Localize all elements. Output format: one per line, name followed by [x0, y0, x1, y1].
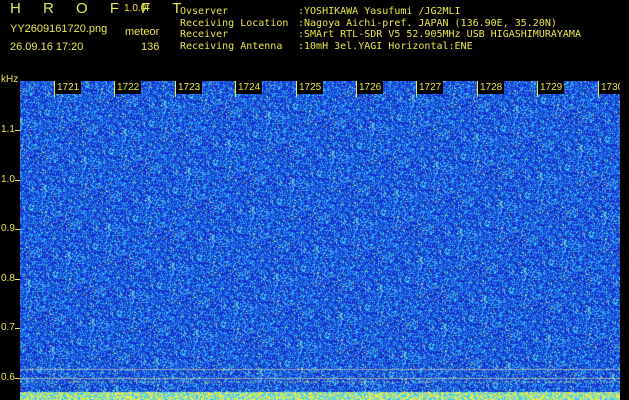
info-label: Ovserver: [180, 6, 229, 17]
detection-count: 136: [141, 41, 160, 53]
spectrogram: 1721 1722 1723 1724 1725 1726 1727 1728 1729 1730: [20, 81, 620, 400]
x-tick-label: 1721: [55, 81, 82, 94]
frequency-axis: 1.1 1.0 0.9 0.8 0.7 0.6: [0, 82, 20, 400]
right-border: [620, 81, 629, 400]
x-tick-label: 1724: [236, 81, 263, 94]
header: H R O F F T 1.0.0f YY2609161720.png mete…: [0, 0, 629, 78]
x-tick-label: 1723: [176, 81, 203, 94]
x-tick-label: 1725: [297, 81, 324, 94]
info-row-receiver: Receiver :SMArt RTL-SDR V5 52.905MHz USB…: [180, 29, 581, 41]
info-value: :SMArt RTL-SDR V5 52.905MHz USB HIGASHIM…: [298, 29, 581, 40]
detection-type: meteor: [125, 26, 160, 38]
info-label: Receiver: [180, 29, 229, 40]
y-tick-label: 0.8: [1, 273, 15, 284]
x-tick-label: 1722: [115, 81, 142, 94]
image-filename: YY2609161720.png: [10, 23, 108, 35]
capture-datetime: 26.09.16 17:20: [10, 41, 84, 53]
info-value: :10mH 3el.YAGI Horizontal:ENE: [298, 40, 473, 52]
x-tick-label: 1730: [599, 81, 620, 94]
info-label: Receiving Location: [180, 17, 289, 29]
y-tick-label: 1.0: [1, 174, 15, 185]
info-row-location: Receiving Location :Nagoya Aichi-pref. J…: [180, 18, 581, 30]
y-tick-label: 0.7: [1, 322, 15, 333]
x-tick-label: 1726: [357, 81, 384, 94]
spectrogram-canvas: [20, 81, 620, 400]
station-info: Ovserver :YOSHIKAWA Yasufumi /JG2MLI Rec…: [180, 6, 581, 52]
x-tick-label: 1727: [417, 81, 444, 94]
y-tick-label: 0.9: [1, 223, 15, 234]
x-tick-label: 1729: [538, 81, 565, 94]
x-tick-label: 1728: [478, 81, 505, 94]
y-tick-label: 0.6: [1, 372, 15, 383]
info-row-observer: Ovserver :YOSHIKAWA Yasufumi /JG2MLI: [180, 6, 581, 18]
y-tick-label: 1.1: [1, 124, 15, 135]
info-label: Receiving Antenna: [180, 40, 283, 52]
info-value: :YOSHIKAWA Yasufumi /JG2MLI: [298, 6, 461, 17]
app-version: 1.0.0f: [124, 3, 150, 14]
app-brand: H R O F F T: [10, 0, 191, 17]
info-value: :Nagoya Aichi-pref. JAPAN (136.90E, 35.2…: [298, 17, 557, 29]
info-row-antenna: Receiving Antenna :10mH 3el.YAGI Horizon…: [180, 41, 581, 53]
